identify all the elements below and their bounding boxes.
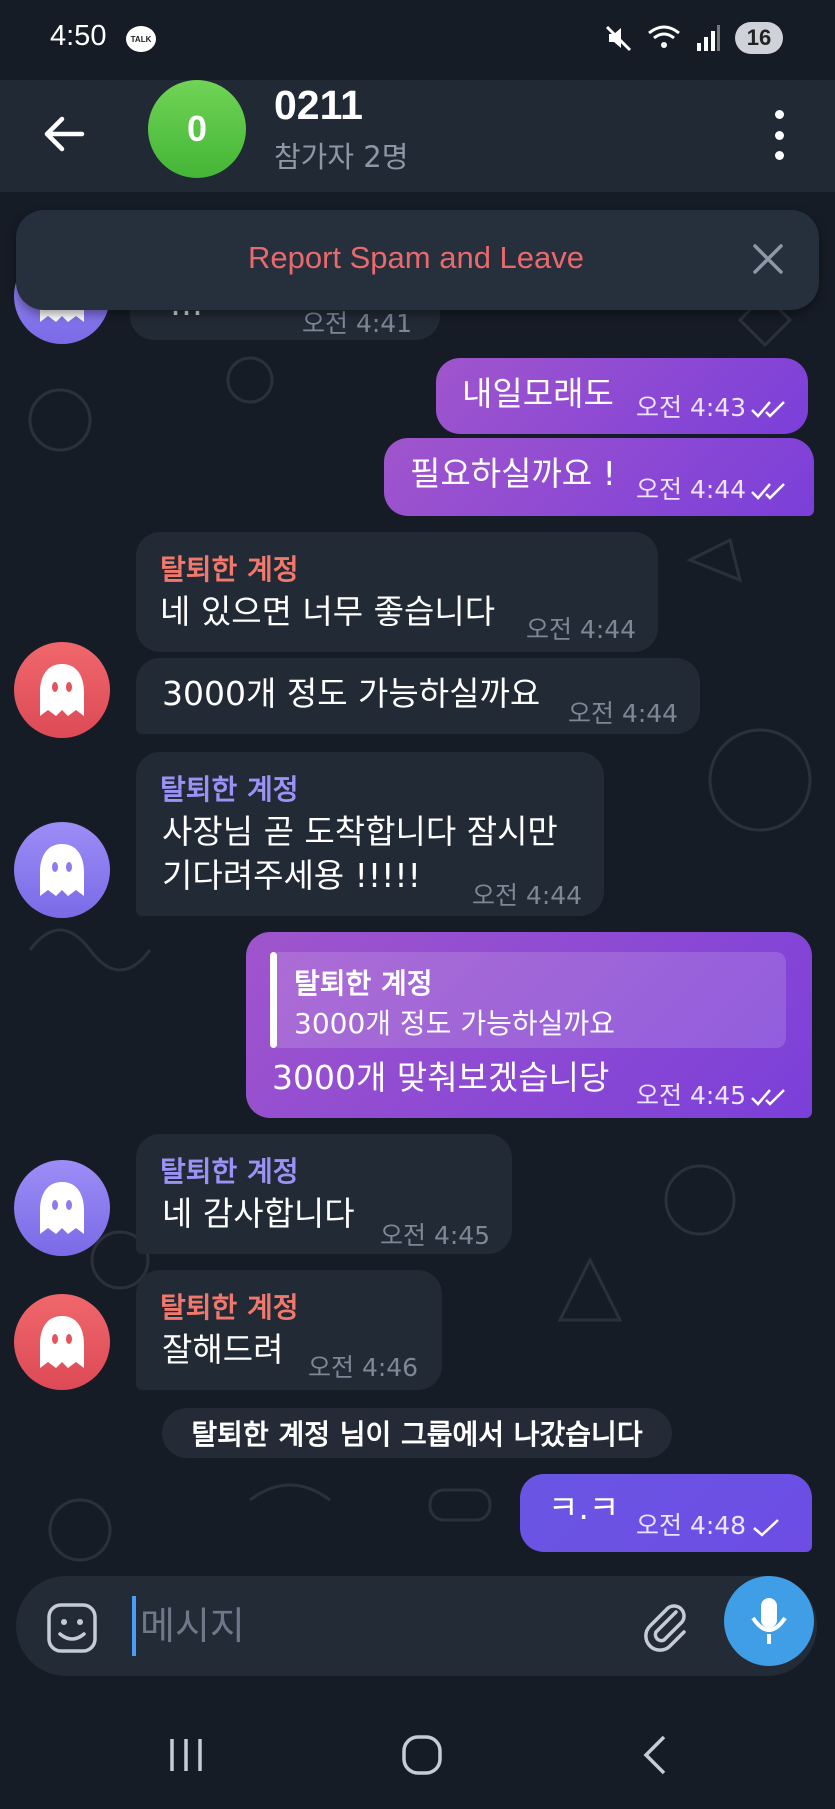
message-input[interactable] [132,1596,642,1656]
chat-title[interactable]: 0211 [274,82,363,129]
message-time: 오전 4:45 [380,1221,491,1250]
message-bubble-outgoing[interactable]: 필요하실까요 ! 오전 4:44 [384,438,814,516]
wifi-icon [648,25,680,48]
dot-icon [774,110,784,119]
battery-icon: 16 [735,22,783,54]
arrow-left-icon [44,116,85,152]
close-icon[interactable] [751,242,785,276]
message-bubble-incoming[interactable]: 탈퇴한 계정 네 있으면 너무 좋습니다 오전 4:44 [136,532,658,652]
message-time: 오전 4:44 [472,881,583,910]
ghost-icon [40,844,84,896]
system-message: 탈퇴한 계정 님이 그룹에서 나갔습니다 [162,1408,672,1458]
chevron-left-icon [643,1735,666,1775]
ghost-icon [40,1316,84,1368]
message-text: ㅋ.ㅋ [548,1488,620,1527]
chat-header: 0 0211 참가자 2명 [0,80,835,192]
voice-record-button[interactable] [724,1576,814,1666]
message-bubble-outgoing[interactable]: 탈퇴한 계정 3000개 정도 가능하실까요 3000개 맞춰보겠습니당 오전 … [246,932,812,1118]
message-text: 3000개 맞춰보겠습니당 [272,1058,610,1097]
report-spam-button[interactable]: Report Spam and Leave [16,240,816,276]
recent-apps-button[interactable] [156,1730,216,1780]
sticker-emoji-icon[interactable] [44,1600,100,1656]
reply-quote[interactable]: 탈퇴한 계정 3000개 정도 가능하실까요 [270,952,786,1048]
message-time: 오전 4:46 [308,1353,419,1382]
message-bubble-incoming[interactable]: 탈퇴한 계정 잘해드려 오전 4:46 [136,1270,442,1390]
reply-text: 3000개 정도 가능하실까요 [294,1007,615,1040]
microphone-icon [751,1598,787,1644]
participant-count[interactable]: 참가자 2명 [274,134,408,176]
sender-name[interactable]: 탈퇴한 계정 [160,548,299,588]
message-text: 잘해드려 [162,1330,284,1369]
back-button[interactable] [36,106,92,162]
sender-name[interactable]: 탈퇴한 계정 [160,1286,299,1326]
home-icon [402,1735,442,1775]
message-text: 내일모래도 [462,374,614,413]
status-time: 4:50 [50,20,107,52]
avatar[interactable] [14,642,110,738]
message-text: 네 있으면 너무 좋습니다 [160,592,496,631]
message-text: 3000개 정도 가능하실까요 [162,674,541,713]
avatar[interactable] [14,1294,110,1390]
message-time: 오전 4:48 [636,1506,784,1542]
system-navigation-bar [0,1700,835,1809]
message-text: 네 감사합니다 [162,1194,355,1233]
ghost-icon [40,1182,84,1234]
sender-name[interactable]: 탈퇴한 계정 [160,768,299,808]
check-icon [753,1519,779,1537]
dot-icon [774,151,784,160]
ghost-icon [40,664,84,716]
message-text: 필요하실까요 ! [410,454,616,493]
reply-sender-name: 탈퇴한 계정 [294,967,433,1000]
signal-icon [697,25,720,51]
status-icons: 16 [603,22,783,54]
message-time: 오전 4:44 [568,699,679,728]
double-check-icon [751,401,785,418]
mute-icon [605,25,632,52]
nav-back-button[interactable] [626,1730,686,1780]
message-bubble-outgoing[interactable]: 내일모래도 오전 4:43 [436,358,808,434]
status-bar: 4:50 TALK 16 [0,0,835,80]
more-options-button[interactable] [759,110,799,160]
message-time: 오전 4:44 [526,615,637,644]
message-bubble-incoming[interactable]: 3000개 정도 가능하실까요 오전 4:44 [136,658,700,734]
talk-notification-icon: TALK [126,26,156,52]
message-time: 오전 4:45 [636,1076,790,1112]
message-bubble-incoming[interactable]: 탈퇴한 계정 사장님 곧 도착합니다 잠시만 기다려주세용 !!!!! 오전 4… [136,752,604,916]
message-bubble-outgoing[interactable]: ㅋ.ㅋ 오전 4:48 [520,1474,812,1552]
double-check-icon [751,1089,785,1106]
avatar[interactable] [14,1160,110,1256]
message-time: 오전 4:44 [636,470,790,506]
group-avatar[interactable]: 0 [148,80,246,178]
sender-name[interactable]: 탈퇴한 계정 [160,1150,299,1190]
message-time: 오전 4:43 [636,388,790,424]
avatar[interactable] [14,822,110,918]
message-bubble-incoming[interactable]: 탈퇴한 계정 네 감사합니다 오전 4:45 [136,1134,512,1254]
double-check-icon [751,483,785,500]
reply-bar [270,952,277,1048]
paperclip-icon[interactable] [638,1598,694,1654]
dot-icon [774,130,784,140]
home-button[interactable] [392,1730,452,1780]
message-composer [16,1576,817,1676]
recent-apps-icon [170,1739,202,1771]
spam-banner: Report Spam and Leave [16,210,819,310]
